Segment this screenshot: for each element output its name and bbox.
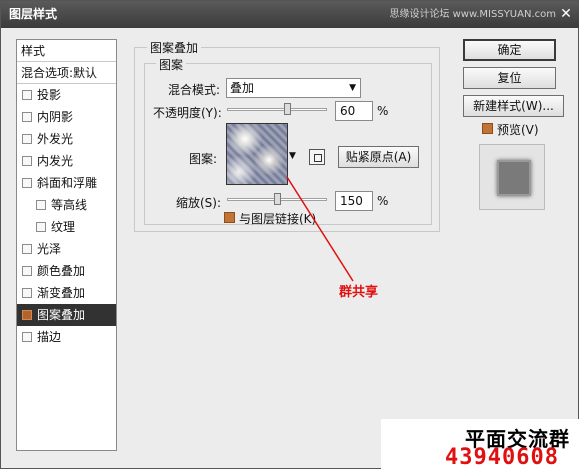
annotation-arrow — [286, 176, 354, 282]
layer-style-dialog: 图层样式 思缘设计论坛 www.MISSYUAN.com ✕ 样式 混合选项:默认… — [0, 0, 579, 469]
watermark-line2: 43940608 — [445, 445, 559, 469]
annotation-text: 群共享 — [339, 285, 379, 300]
corner-watermark: 平面交流群 43940608 — [381, 419, 579, 469]
